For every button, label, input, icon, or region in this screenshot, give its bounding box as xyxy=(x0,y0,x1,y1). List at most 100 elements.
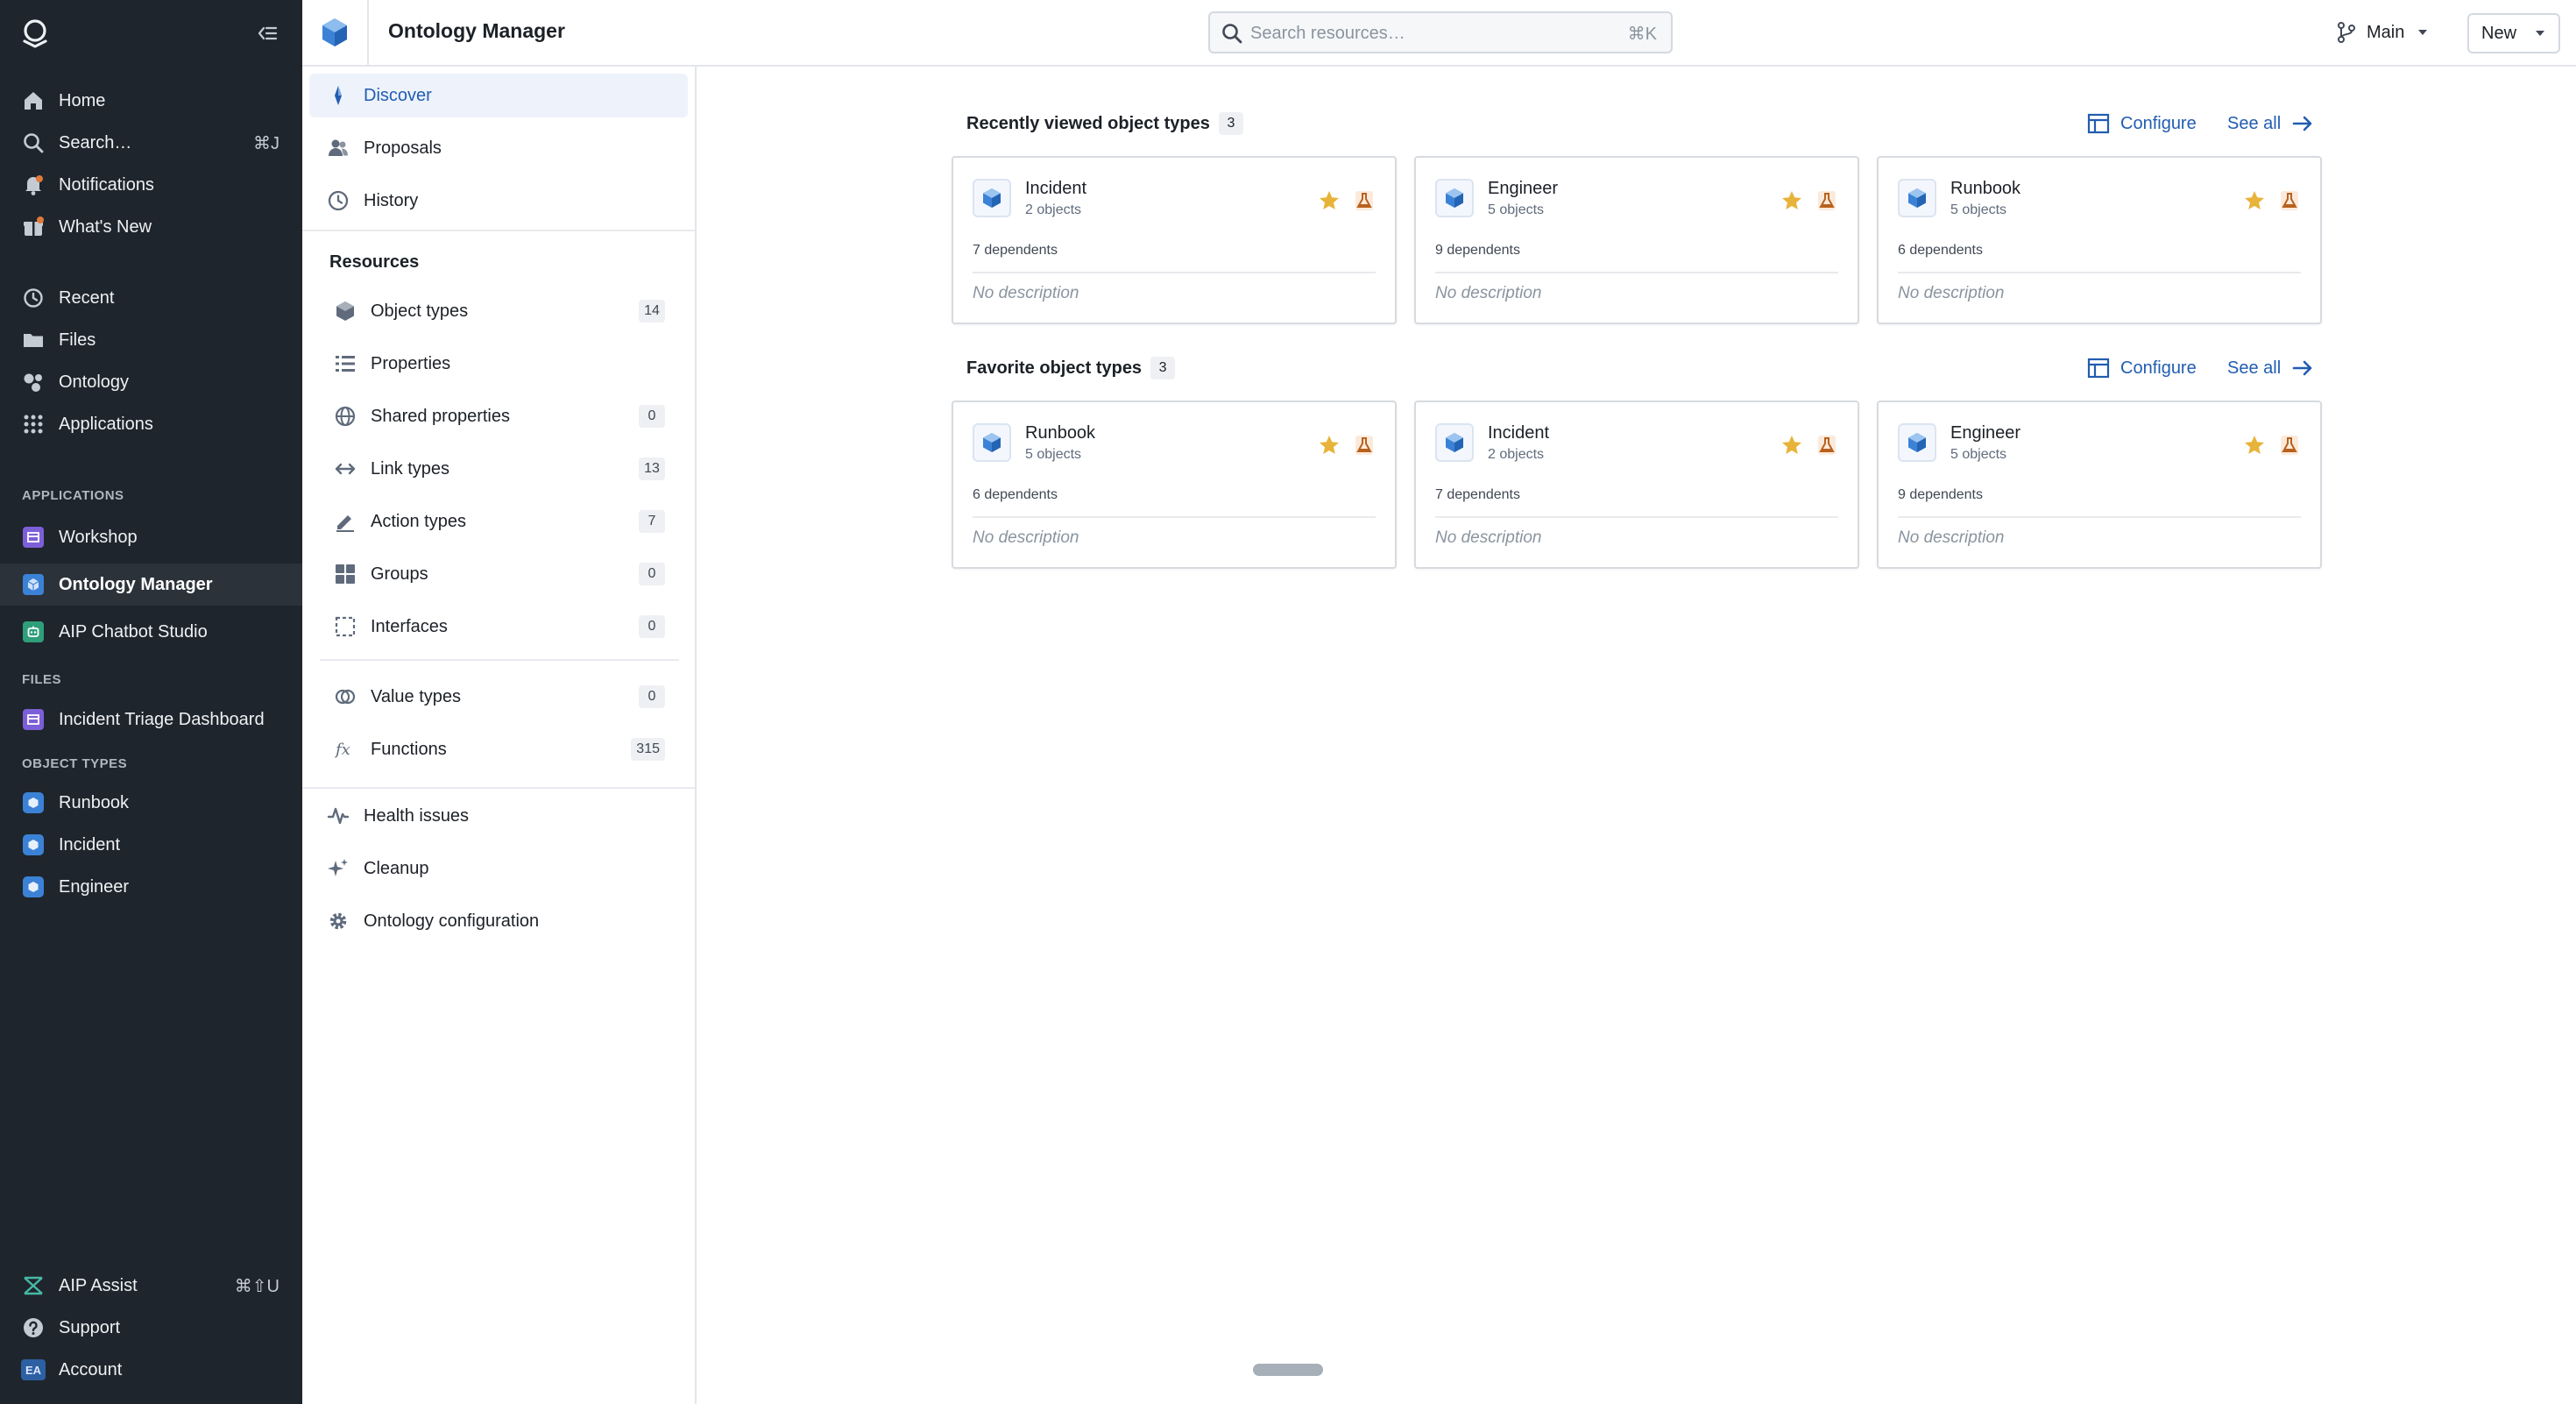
sidebar-item-functions[interactable]: fx Functions 315 xyxy=(309,727,688,771)
sidebar-item-ontology-configuration[interactable]: Ontology configuration xyxy=(309,899,688,943)
list-icon xyxy=(334,352,357,375)
recently-viewed-section-title: Recently viewed object types 3 xyxy=(966,112,1243,135)
account-initials: EA xyxy=(21,1359,46,1380)
card-object-count: 5 objects xyxy=(1950,202,2007,217)
object-type-icon xyxy=(21,833,46,857)
sidebar-item-proposals[interactable]: Proposals xyxy=(309,126,688,170)
experimental-flask-icon xyxy=(1355,191,1373,210)
card-description: No description xyxy=(1898,528,2005,547)
sidebar-item-value-types[interactable]: Value types 0 xyxy=(309,675,688,719)
branch-selector[interactable]: Main xyxy=(2335,18,2429,47)
object-type-card[interactable]: Engineer 5 objects 9 dependents No descr… xyxy=(1877,401,2322,569)
sidebar-item-link-types[interactable]: Link types 13 xyxy=(309,447,688,491)
nav-item-aip-assist[interactable]: AIP Assist ⌘⇧U xyxy=(0,1265,302,1307)
object-type-icon xyxy=(21,791,46,815)
nav-item-files[interactable]: Files xyxy=(0,319,302,361)
nav-item-home[interactable]: Home xyxy=(0,80,302,122)
sidebar-item-discover[interactable]: Discover xyxy=(309,74,688,117)
bell-icon xyxy=(21,173,46,197)
section-title-text: Recently viewed object types xyxy=(966,113,1210,133)
search-input[interactable] xyxy=(1250,20,1601,46)
nav-item-recent[interactable]: Recent xyxy=(0,277,302,319)
card-object-count: 5 objects xyxy=(1488,202,1545,217)
card-object-count: 5 objects xyxy=(1025,447,1082,462)
object-type-icon xyxy=(1435,179,1474,217)
sidebar-item-history[interactable]: History xyxy=(309,179,688,223)
people-icon xyxy=(327,137,350,160)
nav-app-workshop[interactable]: Workshop xyxy=(0,516,302,558)
star-icon[interactable] xyxy=(1780,189,1803,212)
nav-item-label: What's New xyxy=(59,216,152,237)
card-title: Engineer xyxy=(1950,423,2021,443)
object-type-card[interactable]: Incident 2 objects 7 dependents No descr… xyxy=(952,156,1397,324)
palantir-logo-icon[interactable] xyxy=(19,18,51,49)
nav-item-label: Ontology Manager xyxy=(59,574,213,594)
count-badge: 0 xyxy=(639,563,665,585)
object-type-card[interactable]: Runbook 5 objects 6 dependents No descri… xyxy=(1877,156,2322,324)
star-icon[interactable] xyxy=(1318,189,1341,212)
card-divider xyxy=(1435,272,1838,273)
sidebar-item-label: Properties xyxy=(371,353,451,373)
search-bar[interactable]: ⌘K xyxy=(1208,11,1673,53)
ontology-icon xyxy=(21,370,46,394)
branch-label: Main xyxy=(2367,22,2405,42)
nav-app-ontology-manager[interactable]: Ontology Manager xyxy=(0,564,302,606)
object-type-card[interactable]: Engineer 5 objects 9 dependents No descr… xyxy=(1414,156,1859,324)
scroll-handle[interactable] xyxy=(1253,1364,1323,1376)
collapse-sidebar-icon[interactable] xyxy=(255,21,280,46)
nav-object-type-engineer[interactable]: Engineer xyxy=(0,866,302,908)
nav-item-support[interactable]: Support xyxy=(0,1307,302,1349)
nav-item-label: Files xyxy=(59,330,96,350)
object-type-card[interactable]: Incident 2 objects 7 dependents No descr… xyxy=(1414,401,1859,569)
nav-item-label: AIP Assist xyxy=(59,1275,138,1295)
nav-item-label: Workshop xyxy=(59,527,138,547)
card-description: No description xyxy=(1435,528,1542,547)
card-title: Engineer xyxy=(1488,179,1559,198)
new-button[interactable]: New xyxy=(2467,13,2560,53)
star-icon[interactable] xyxy=(1318,434,1341,457)
nav-item-ontology[interactable]: Ontology xyxy=(0,361,302,403)
nav-item-search[interactable]: Search… ⌘J xyxy=(0,122,302,164)
star-icon[interactable] xyxy=(2243,189,2266,212)
sidebar-item-cleanup[interactable]: Cleanup xyxy=(309,847,688,890)
sidebar-item-action-types[interactable]: Action types 7 xyxy=(309,500,688,543)
nav-item-label: Engineer xyxy=(59,876,130,897)
nav-file-incident-triage-dashboard[interactable]: Incident Triage Dashboard xyxy=(0,698,302,741)
count-badge: 7 xyxy=(639,510,665,533)
see-all-link[interactable]: See all xyxy=(2227,357,2314,379)
cube-icon xyxy=(334,300,357,323)
sidebar-item-groups[interactable]: Groups 0 xyxy=(309,552,688,596)
nav-item-whats-new[interactable]: What's New xyxy=(0,206,302,248)
search-shortcut-hint: ⌘K xyxy=(1627,25,1657,44)
nav-app-aip-chatbot-studio[interactable]: AIP Chatbot Studio xyxy=(0,611,302,653)
ontology-sidebar: Discover Proposals History Resources Obj… xyxy=(302,67,697,1404)
nav-item-label: Account xyxy=(59,1359,123,1379)
card-divider xyxy=(1898,272,2301,273)
history-icon xyxy=(327,189,350,212)
configure-button[interactable]: Configure xyxy=(2087,112,2197,135)
nav-item-label: AIP Chatbot Studio xyxy=(59,621,208,642)
sidebar-item-object-types[interactable]: Object types 14 xyxy=(309,289,688,333)
star-icon[interactable] xyxy=(2243,434,2266,457)
nav-item-label: Recent xyxy=(59,287,115,308)
nav-object-type-runbook[interactable]: Runbook xyxy=(0,782,302,824)
workshop-app-icon xyxy=(21,525,46,550)
nav-item-account[interactable]: EA Account xyxy=(0,1349,302,1391)
nav-item-notifications[interactable]: Notifications xyxy=(0,164,302,206)
nav-object-type-incident[interactable]: Incident xyxy=(0,824,302,866)
sidebar-item-properties[interactable]: Properties xyxy=(309,342,688,386)
configure-button[interactable]: Configure xyxy=(2087,357,2197,379)
object-type-card[interactable]: Runbook 5 objects 6 dependents No descri… xyxy=(952,401,1397,569)
nav-item-label: Home xyxy=(59,90,106,110)
search-icon xyxy=(1222,24,1242,44)
sidebar-item-shared-properties[interactable]: Shared properties 0 xyxy=(309,394,688,438)
star-icon[interactable] xyxy=(1780,434,1803,457)
ontology-manager-app-icon xyxy=(21,572,46,597)
nav-item-applications[interactable]: Applications xyxy=(0,403,302,445)
see-all-link[interactable]: See all xyxy=(2227,112,2314,135)
sidebar-item-interfaces[interactable]: Interfaces 0 xyxy=(309,605,688,649)
card-dependents: 6 dependents xyxy=(973,487,1058,502)
dashboard-file-icon xyxy=(21,707,46,732)
sidebar-item-health-issues[interactable]: Health issues xyxy=(309,794,688,838)
object-type-icon xyxy=(1898,179,1936,217)
